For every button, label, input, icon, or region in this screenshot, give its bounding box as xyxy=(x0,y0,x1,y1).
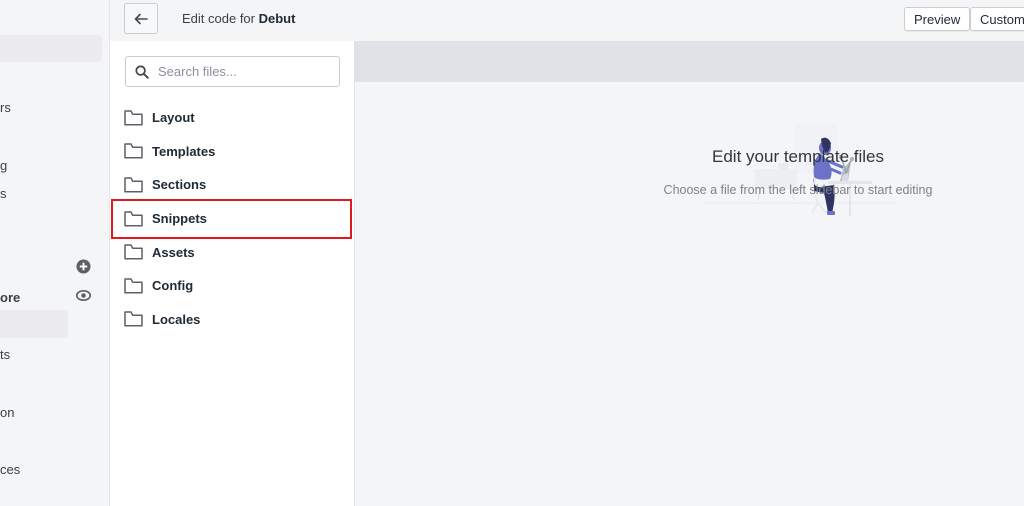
folder-label: Sections xyxy=(152,177,207,193)
folder-config[interactable]: Config xyxy=(110,269,355,303)
admin-nav-item-discounts[interactable]: s xyxy=(0,186,7,201)
folder-label: Assets xyxy=(152,244,195,260)
page-title-prefix: Edit code for xyxy=(182,11,259,26)
folder-icon xyxy=(124,278,143,294)
theme-name: Debut xyxy=(258,11,296,26)
search-input[interactable] xyxy=(158,64,328,79)
editor-tab-bar xyxy=(355,41,1024,82)
admin-nav: rs g s ore ts on ces xyxy=(0,0,110,506)
folder-icon xyxy=(124,110,143,126)
customize-button[interactable]: Customi xyxy=(970,7,1024,31)
page-title: Edit code for Debut xyxy=(182,11,295,26)
folder-assets[interactable]: Assets xyxy=(110,235,355,269)
folder-icon xyxy=(124,311,143,327)
arrow-left-icon xyxy=(134,13,148,24)
top-header: Edit code for Debut Preview Customi xyxy=(110,0,1024,41)
admin-nav-item-sub[interactable]: on xyxy=(0,405,14,420)
empty-state-subtitle: Choose a file from the left sidebar to s… xyxy=(663,183,933,197)
folder-icon xyxy=(124,244,143,260)
folder-locales[interactable]: Locales xyxy=(110,303,355,337)
folder-layout[interactable]: Layout xyxy=(110,101,355,135)
folder-snippets[interactable]: Snippets xyxy=(110,202,355,236)
folder-icon xyxy=(124,177,143,193)
admin-nav-item-preferences[interactable]: ces xyxy=(0,462,20,477)
folder-label: Config xyxy=(152,278,194,294)
folder-icon xyxy=(124,143,143,159)
add-circle-icon[interactable] xyxy=(76,259,91,274)
folder-icon xyxy=(124,210,143,227)
folder-label: Layout xyxy=(152,110,195,126)
admin-nav-item-customers[interactable]: rs xyxy=(0,100,11,115)
editor-area: Edit your template files Choose a file f… xyxy=(355,41,1024,506)
eye-icon[interactable] xyxy=(76,288,91,303)
folder-templates[interactable]: Templates xyxy=(110,135,355,169)
folder-sections[interactable]: Sections xyxy=(110,168,355,202)
developer-illustration xyxy=(705,123,895,216)
empty-state-title: Edit your template files xyxy=(712,147,884,166)
folder-label: Locales xyxy=(152,311,201,327)
search-field[interactable] xyxy=(125,56,340,87)
preview-button[interactable]: Preview xyxy=(904,7,971,31)
admin-nav-item-online-store[interactable]: ore xyxy=(0,290,20,305)
back-button[interactable] xyxy=(124,3,158,34)
admin-nav-item-themes-active[interactable] xyxy=(0,310,68,338)
admin-nav-item-marketing[interactable]: g xyxy=(0,158,7,173)
folder-label: Templates xyxy=(152,143,216,159)
folder-list: Layout Templates Sections Snippets Asset… xyxy=(110,101,355,336)
search-icon xyxy=(135,64,149,79)
folder-label: Snippets xyxy=(152,211,207,227)
admin-nav-active-item[interactable] xyxy=(0,35,102,62)
admin-nav-item-sub[interactable]: ts xyxy=(0,347,10,362)
file-sidebar: Layout Templates Sections Snippets Asset… xyxy=(110,41,355,506)
